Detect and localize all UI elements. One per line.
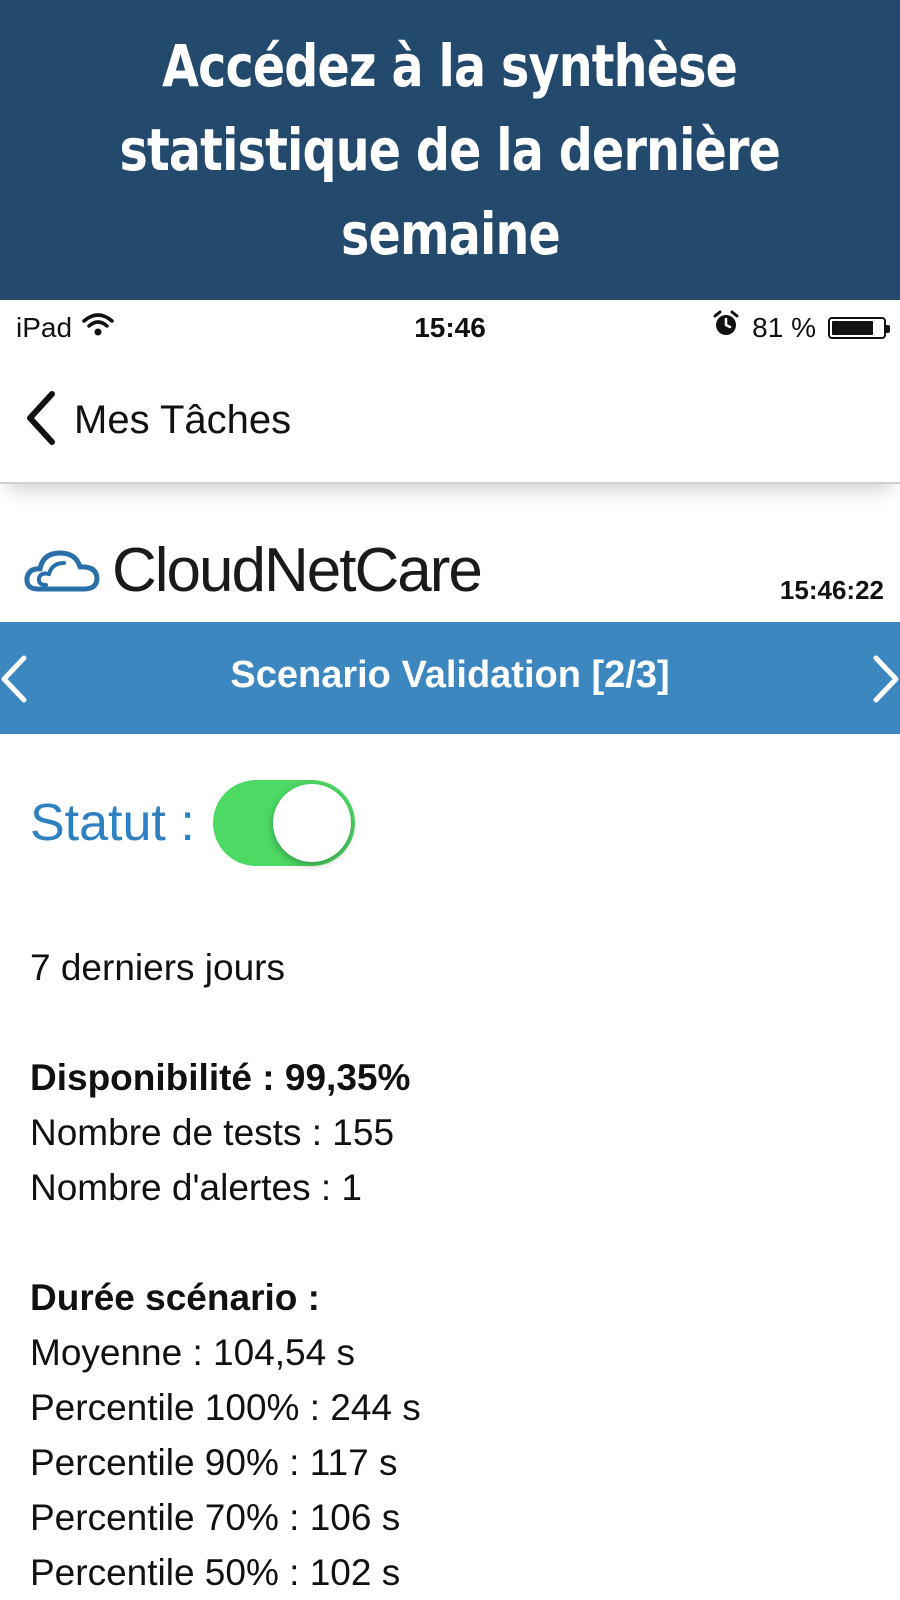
logo-header: CloudNetCare 15:46:22 [0, 525, 900, 615]
scenario-title: Scenario Validation [2/3] [230, 654, 670, 696]
percentile-50-stat: Percentile 50% : 102 s [30, 1552, 401, 1593]
next-scenario-button[interactable] [870, 654, 900, 709]
percentile-100-stat: Percentile 100% : 244 s [30, 1387, 421, 1428]
clock-display: 15:46:22 [779, 575, 884, 605]
banner-title-line-3: semaine [340, 200, 561, 268]
tests-count-stat: Nombre de tests : 155 [30, 1112, 395, 1153]
banner-title-line-1: Accédez à la synthèse [162, 32, 739, 100]
availability-stat: Disponibilité : 99,35% [30, 1057, 411, 1098]
statistics-summary: 7 derniers jours Disponibilité : 99,35% … [30, 940, 421, 1600]
battery-percentage: 81 % [752, 311, 816, 343]
statut-toggle[interactable] [212, 780, 355, 866]
percentile-90-stat: Percentile 90% : 117 s [30, 1442, 398, 1483]
alerts-count-stat: Nombre d'alertes : 1 [30, 1167, 362, 1208]
logo-text: CloudNetCare [112, 536, 483, 605]
statut-row: Statut : [30, 780, 355, 866]
scenario-header-bar: Scenario Validation [2/3] [0, 622, 900, 734]
average-duration-stat: Moyenne : 104,54 s [30, 1332, 355, 1373]
percentile-70-stat: Percentile 70% : 106 s [30, 1497, 401, 1538]
battery-icon [828, 316, 890, 339]
toggle-knob [272, 784, 351, 862]
alarm-icon [712, 310, 740, 345]
duration-header: Durée scénario : [30, 1277, 320, 1318]
navigation-bar: Mes Tâches [0, 358, 900, 484]
promo-banner: Accédez à la synthèse statistique de la … [0, 0, 900, 300]
back-button[interactable]: Mes Tâches [24, 388, 291, 453]
back-button-label: Mes Tâches [74, 398, 292, 442]
cloudnetcare-logo: CloudNetCare [24, 535, 483, 606]
cloud-icon [24, 541, 100, 600]
chevron-left-icon [24, 388, 58, 453]
status-bar: iPad 15:46 81 % [0, 300, 900, 358]
banner-title-line-2: statistique de la dernière [119, 116, 781, 184]
period-label: 7 derniers jours [30, 947, 286, 988]
statut-label: Statut : [30, 794, 195, 852]
